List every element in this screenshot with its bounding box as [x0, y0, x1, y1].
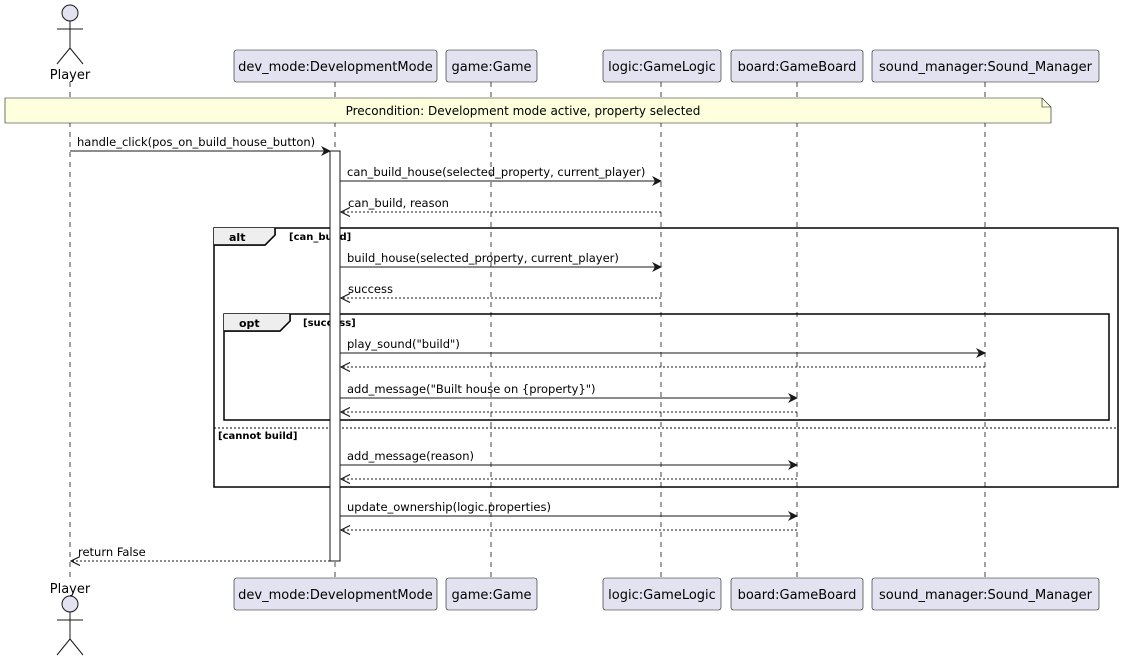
frame-else-guard: [cannot build]: [218, 431, 297, 442]
participant-sound-bottom: sound_manager:Sound_Manager: [871, 577, 1100, 611]
frame-guard: [can_build]: [289, 232, 351, 243]
message-label: success: [348, 282, 393, 296]
message-return: can_build, reason: [341, 196, 661, 212]
participant-label: dev_mode:DevelopmentMode: [238, 588, 433, 603]
message-call: build_house(selected_property, current_p…: [340, 251, 662, 272]
participant-label: sound_manager:Sound_Manager: [879, 60, 1093, 75]
participant-label: game:Game: [452, 60, 532, 75]
participant-label: Player: [50, 68, 91, 83]
participant-board-bottom: board:GameBoard: [730, 577, 864, 611]
frame-guard: [success]: [303, 318, 356, 329]
message-label: can_build, reason: [348, 196, 449, 210]
message-return: return False: [71, 545, 330, 561]
participant-player-bottom: Player: [50, 582, 91, 656]
actor-icon: [56, 4, 84, 65]
message-call: can_build_house(selected_property, curre…: [340, 165, 662, 186]
message-call: handle_click(pos_on_build_house_button): [70, 135, 331, 156]
precondition-note: Precondition: Development mode active, p…: [4, 97, 1052, 124]
message-label: update_ownership(logic.properties): [347, 500, 551, 514]
participant-sound-top: sound_manager:Sound_Manager: [871, 49, 1100, 83]
message-label: play_sound("build"): [347, 337, 460, 351]
frame-keyword: alt: [229, 231, 245, 244]
participant-logic-top: logic:GameLogic: [602, 49, 722, 83]
message-label: add_message(reason): [347, 449, 474, 463]
note-text: Precondition: Development mode active, p…: [346, 104, 701, 118]
participant-label: board:GameBoard: [738, 588, 857, 603]
participant-label: dev_mode:DevelopmentMode: [238, 60, 433, 75]
sequence-diagram: alt [can_build] [cannot build] opt [success]…: [4, 4, 1119, 656]
message-return: success: [341, 282, 661, 298]
message-label: return False: [78, 545, 146, 559]
participant-label: board:GameBoard: [738, 60, 857, 75]
message-label: can_build_house(selected_property, curre…: [347, 165, 645, 179]
message-call: add_message("Built house on {property}"): [340, 382, 798, 403]
activation-bar: [329, 150, 341, 562]
participant-dev_mode-top: dev_mode:DevelopmentMode: [233, 49, 438, 83]
participant-game-top: game:Game: [445, 49, 538, 83]
participant-game-bottom: game:Game: [445, 577, 538, 611]
participant-label: logic:GameLogic: [608, 588, 716, 603]
participant-label: logic:GameLogic: [608, 60, 716, 75]
message-label: add_message("Built house on {property}"): [347, 382, 596, 396]
actor-icon: [56, 595, 84, 656]
message-call: play_sound("build"): [340, 337, 986, 358]
participant-label: Player: [50, 582, 91, 597]
participant-board-top: board:GameBoard: [730, 49, 864, 83]
participant-logic-bottom: logic:GameLogic: [602, 577, 722, 611]
frame-keyword: opt: [239, 317, 260, 330]
message-label: handle_click(pos_on_build_house_button): [77, 135, 315, 149]
message-label: build_house(selected_property, current_p…: [347, 251, 619, 265]
participant-dev_mode-bottom: dev_mode:DevelopmentMode: [233, 577, 438, 611]
participant-label: sound_manager:Sound_Manager: [879, 588, 1093, 603]
message-call: update_ownership(logic.properties): [340, 500, 798, 521]
participant-label: game:Game: [452, 588, 532, 603]
message-call: add_message(reason): [340, 449, 798, 470]
participant-player-top: Player: [50, 4, 91, 83]
